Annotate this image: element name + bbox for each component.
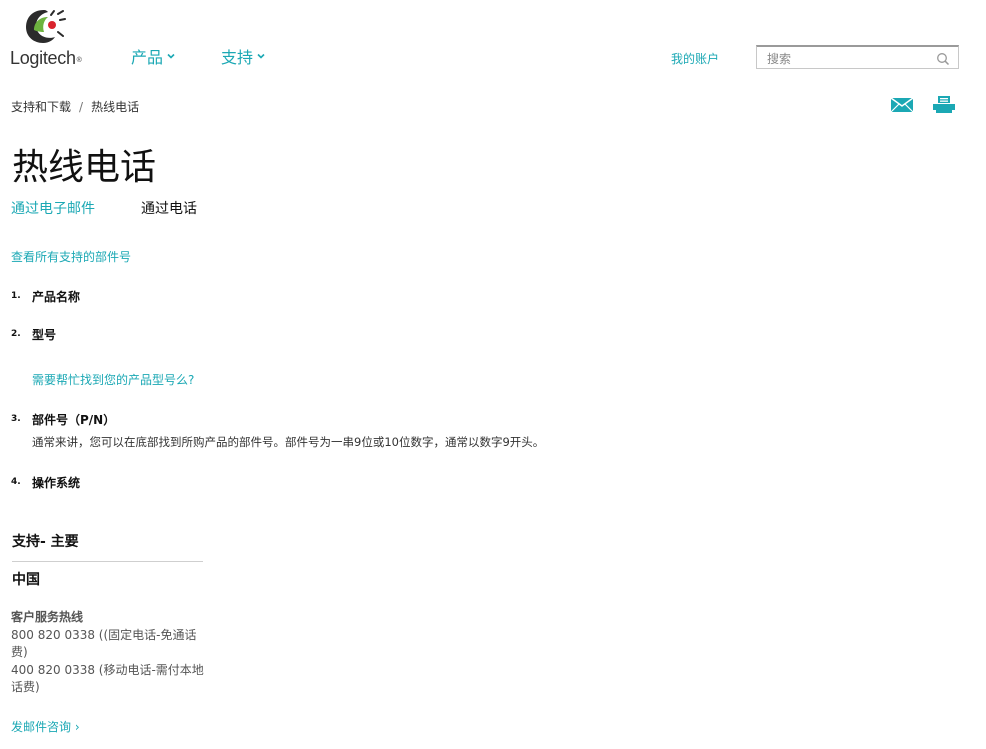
- part-number-description: 通常来讲，您可以在底部找到所购产品的部件号。部件号为一串9位或10位数字，通常以…: [32, 435, 545, 449]
- step-number: 1.: [11, 291, 21, 301]
- logitech-logo[interactable]: Logitech®: [10, 6, 90, 68]
- nav-products[interactable]: 产品: [131, 44, 221, 68]
- chevron-down-icon: [257, 53, 265, 59]
- breadcrumb: 支持和下载 / 热线电话: [11, 98, 139, 115]
- email-consult-link[interactable]: 发邮件咨询 ›: [11, 718, 80, 735]
- breadcrumb-current: 热线电话: [91, 100, 140, 114]
- step-operating-system[interactable]: 操作系统: [32, 474, 80, 491]
- phone-mobile: 400 820 0338 (移动电话-需付本地话费): [11, 663, 204, 694]
- support-heading: 支持- 主要: [12, 531, 203, 562]
- contact-tabs: 通过电子邮件 通过电话: [11, 198, 197, 218]
- tab-email[interactable]: 通过电子邮件: [11, 198, 141, 218]
- phone-landline: 800 820 0338 ((固定电话-免通话费): [11, 628, 197, 659]
- search-input[interactable]: [765, 49, 934, 69]
- search-icon[interactable]: [936, 52, 950, 66]
- hotline-title: 客户服务热线: [11, 610, 84, 624]
- tab-phone[interactable]: 通过电话: [141, 198, 197, 218]
- view-all-part-numbers-link[interactable]: 查看所有支持的部件号: [11, 248, 131, 265]
- logo-wordmark: Logitech®: [10, 48, 82, 68]
- step-number: 4.: [11, 477, 21, 487]
- page-title: 热线电话: [12, 147, 157, 188]
- breadcrumb-separator: /: [79, 100, 84, 114]
- my-account-link[interactable]: 我的账户: [671, 50, 719, 67]
- step-number: 2.: [11, 329, 21, 339]
- print-icon[interactable]: [932, 96, 956, 113]
- step-product-name[interactable]: 产品名称: [32, 288, 80, 305]
- step-model[interactable]: 型号: [32, 326, 56, 343]
- logitech-logo-icon: [26, 10, 66, 43]
- nav-support[interactable]: 支持: [221, 44, 266, 68]
- search-box: [756, 45, 959, 69]
- email-icon[interactable]: [890, 97, 914, 113]
- nav-support-label: 支持: [221, 48, 254, 67]
- breadcrumb-home[interactable]: 支持和下载: [11, 100, 71, 114]
- nav-products-label: 产品: [131, 48, 164, 67]
- chevron-down-icon: [167, 53, 175, 59]
- main-nav: 产品 支持: [131, 44, 266, 68]
- step-number: 3.: [11, 414, 21, 424]
- step-part-number[interactable]: 部件号（P/N）: [32, 411, 115, 428]
- find-model-help-link[interactable]: 需要帮忙找到您的产品型号么?: [32, 371, 194, 388]
- country-name: 中国: [12, 572, 40, 588]
